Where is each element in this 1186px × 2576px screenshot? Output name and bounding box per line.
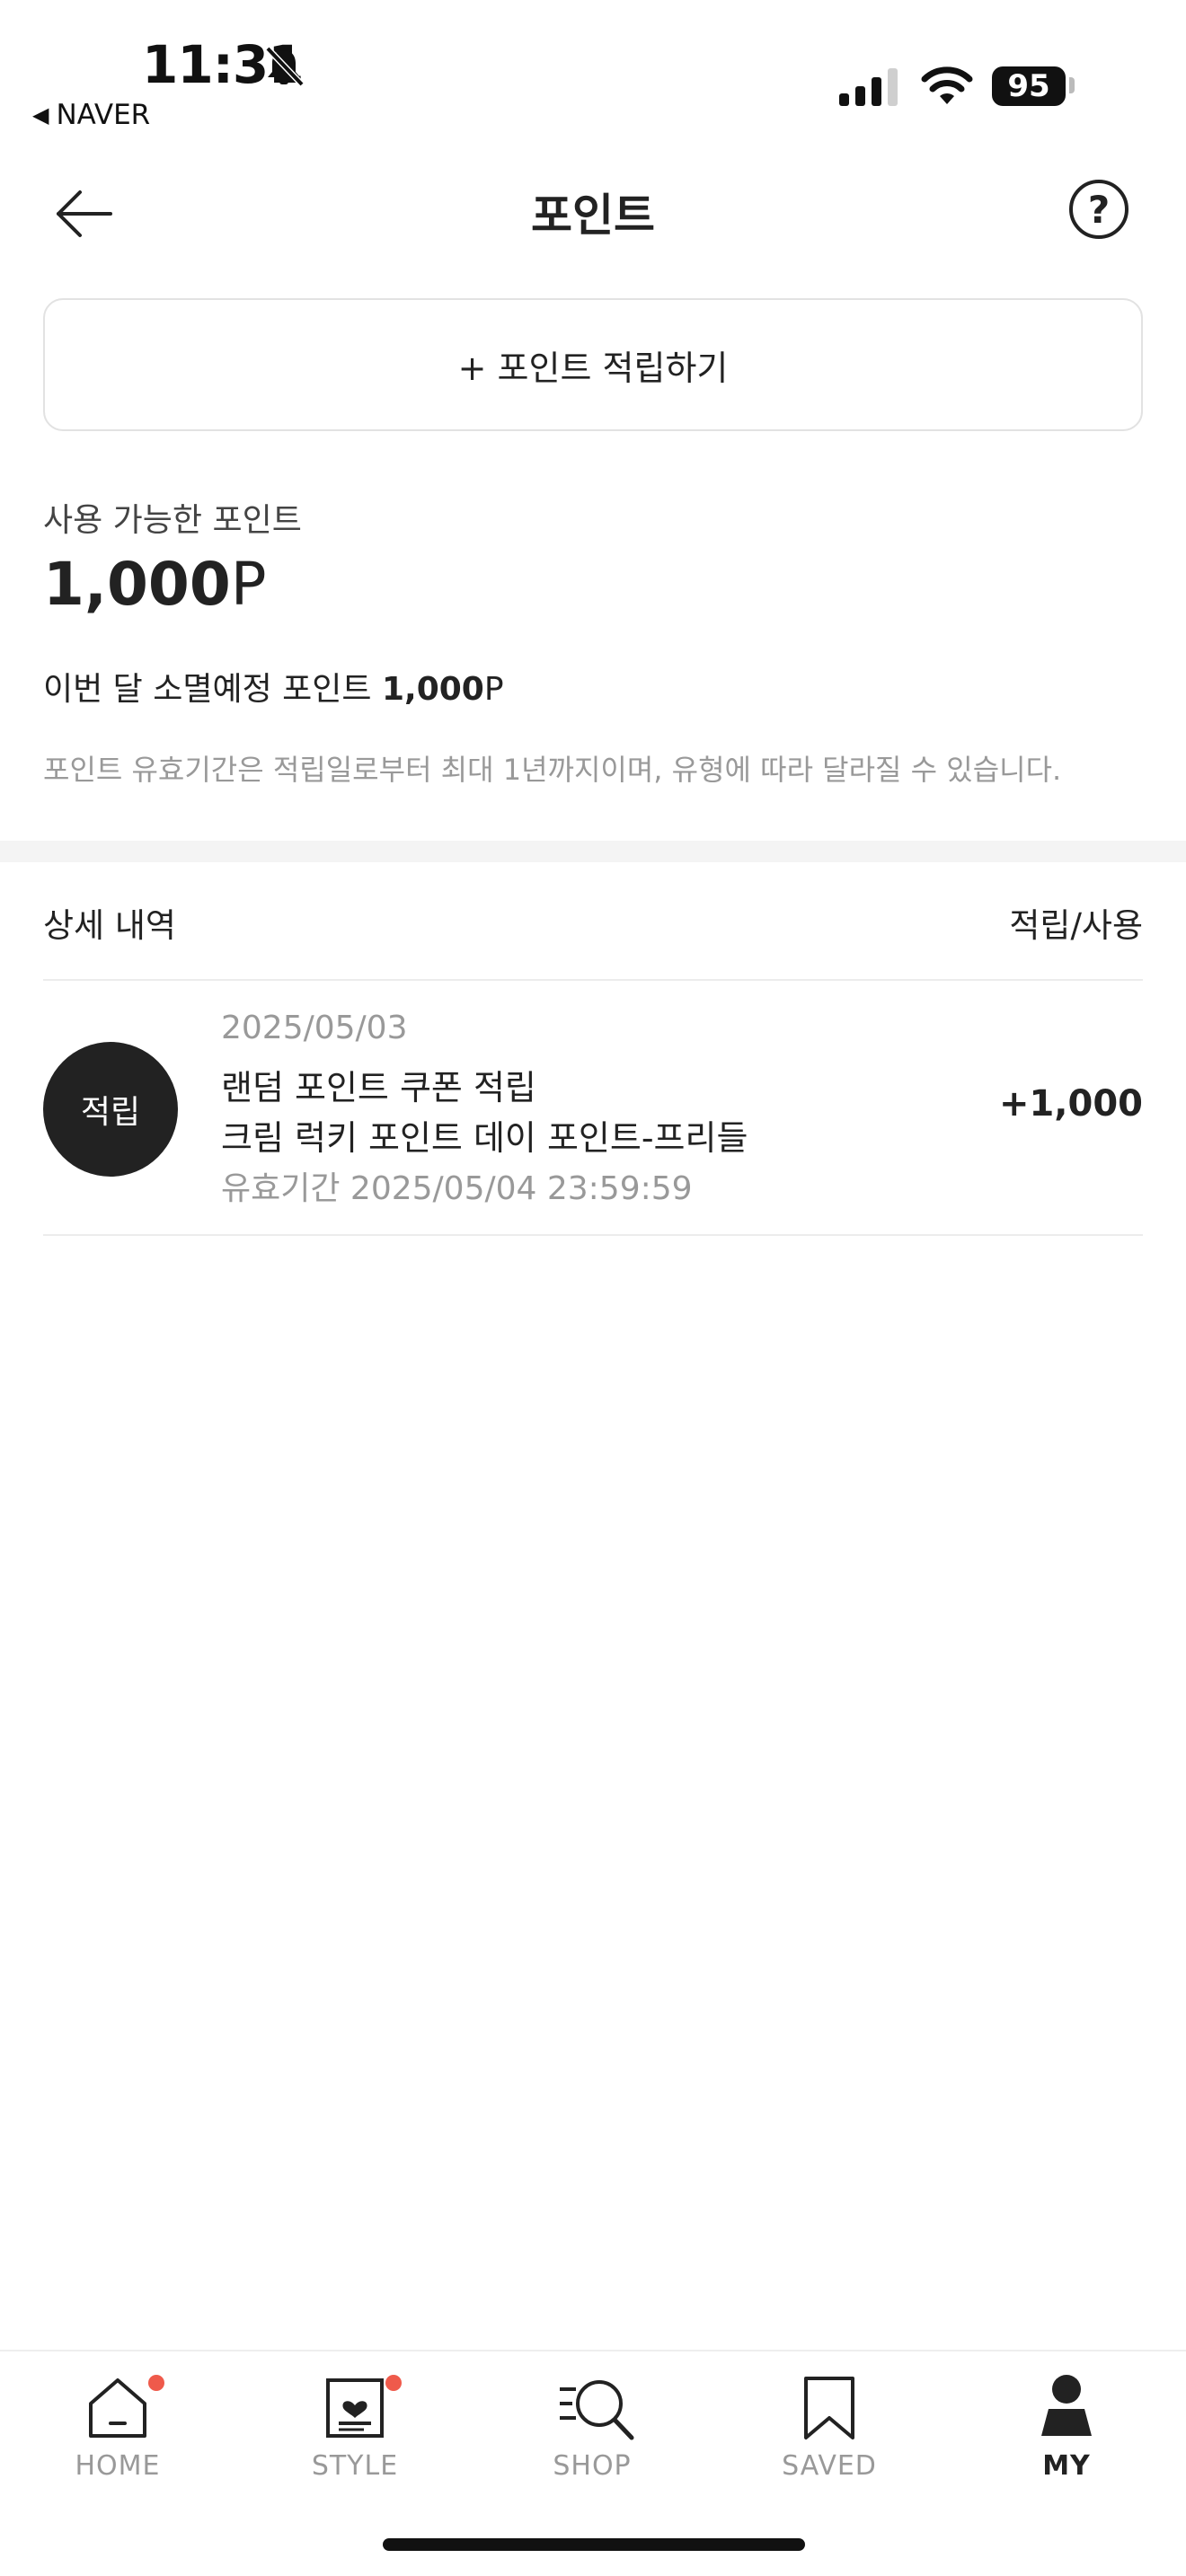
back-triangle-icon: ◀ xyxy=(32,102,49,128)
history-filter-button[interactable]: 적립/사용 xyxy=(1009,898,1143,947)
history-item-date: 2025/05/03 xyxy=(221,1010,408,1046)
history-item-expiry: 유효기간 2025/05/04 23:59:59 xyxy=(221,1170,693,1207)
battery-indicator: 95 xyxy=(992,66,1066,106)
nav-saved-label: SAVED xyxy=(782,2450,877,2482)
battery-nub xyxy=(1069,77,1075,93)
page-header: 포인트 ? xyxy=(0,162,1186,260)
history-title: 상세 내역 xyxy=(43,906,176,945)
available-points-value: 1,000P xyxy=(43,550,267,619)
available-points-amount: 1,000 xyxy=(43,550,231,619)
history-item-subtitle: 크림 럭키 포인트 데이 포인트-프리들 xyxy=(221,1118,748,1158)
style-icon xyxy=(319,2371,402,2443)
expiring-points-label: 이번 달 소멸예정 포인트 xyxy=(43,671,382,708)
back-to-app-link[interactable]: ◀ NAVER xyxy=(32,99,150,131)
nav-home-label: HOME xyxy=(75,2450,161,2482)
bookmark-icon xyxy=(793,2371,865,2443)
available-points-unit: P xyxy=(230,550,267,619)
expiring-points-line: 이번 달 소멸예정 포인트 1,000P xyxy=(43,663,504,710)
home-icon xyxy=(82,2371,164,2443)
expiring-points-amount: 1,000 xyxy=(381,671,484,708)
nav-style[interactable]: STYLE xyxy=(265,2371,445,2497)
nav-shop[interactable]: SHOP xyxy=(502,2371,682,2497)
person-icon xyxy=(1031,2371,1102,2443)
back-app-label: NAVER xyxy=(56,99,151,131)
help-button[interactable]: ? xyxy=(1069,180,1128,239)
history-item-amount: +1,000 xyxy=(998,1083,1143,1125)
earn-points-button[interactable]: + 포인트 적립하기 xyxy=(43,298,1143,431)
question-mark-icon: ? xyxy=(1087,187,1111,232)
home-indicator-bar xyxy=(383,2538,805,2551)
available-points-label: 사용 가능한 포인트 xyxy=(43,502,302,539)
nav-saved[interactable]: SAVED xyxy=(739,2371,919,2497)
expiring-points-unit: P xyxy=(483,671,504,708)
style-notification-dot xyxy=(385,2375,402,2391)
earn-type-badge: 적립 xyxy=(43,1042,178,1177)
divider xyxy=(43,1234,1143,1236)
history-item: 적립 2025/05/03 랜덤 포인트 쿠폰 적립 크림 럭키 포인트 데이 … xyxy=(43,981,1143,1236)
cellular-signal-icon xyxy=(839,68,898,106)
page-title: 포인트 xyxy=(531,190,655,242)
bell-mute-icon xyxy=(265,46,305,87)
points-page: 11:31 ◀ NAVER 95 포인트 ? + 포인트 적립하기 사용 가능한… xyxy=(0,0,1186,2576)
history-header: 상세 내역 적립/사용 xyxy=(43,898,1143,945)
history-item-title: 랜덤 포인트 쿠폰 적립 xyxy=(221,1068,536,1107)
shop-search-icon xyxy=(556,2371,634,2443)
section-divider xyxy=(0,841,1186,862)
wifi-icon xyxy=(921,66,973,104)
home-notification-dot xyxy=(148,2375,164,2391)
nav-style-label: STYLE xyxy=(311,2450,399,2482)
nav-home[interactable]: HOME xyxy=(28,2371,208,2497)
validity-notice: 포인트 유효기간은 적립일로부터 최대 1년까지이며, 유형에 따라 달라질 수… xyxy=(43,753,1062,787)
nav-my[interactable]: MY xyxy=(977,2371,1156,2497)
nav-shop-label: SHOP xyxy=(553,2450,632,2482)
status-bar: 11:31 ◀ NAVER 95 xyxy=(0,0,1186,144)
nav-my-label: MY xyxy=(1042,2450,1091,2482)
